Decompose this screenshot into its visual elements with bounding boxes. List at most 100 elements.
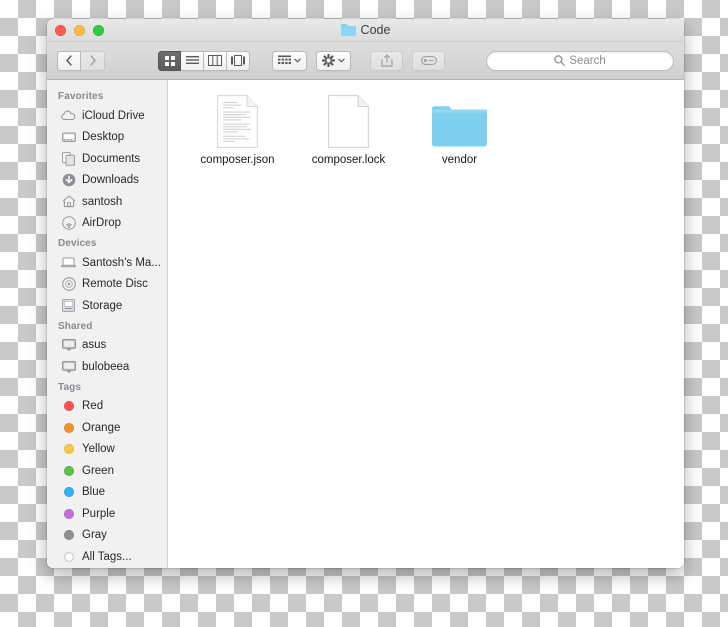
blank-document-icon [328, 94, 369, 148]
sidebar-item-label: santosh [82, 195, 123, 208]
sidebar-item-icloud-drive[interactable]: iCloud Drive [47, 105, 167, 127]
sidebar-item-label: asus [82, 339, 107, 352]
window-titlebar[interactable]: Code [47, 19, 684, 42]
sidebar: Favorites iCloud Drive Desktop Documents… [47, 80, 168, 568]
sidebar-item-santosh[interactable]: santosh [47, 191, 167, 213]
downloads-icon [61, 173, 76, 188]
coverflow-view-icon [231, 55, 245, 66]
sidebar-item-bulobeea[interactable]: bulobeea [47, 356, 167, 378]
home-icon [61, 194, 76, 209]
finder-window: Code Search Favorites iCloud Drive Deskt… [47, 19, 684, 568]
edit-tags-button[interactable] [412, 50, 445, 71]
sidebar-item-airdrop[interactable]: AirDrop [47, 213, 167, 235]
action-button[interactable] [316, 50, 351, 71]
sidebar-item-tag-red[interactable]: Red [47, 396, 167, 418]
icon-view-button[interactable] [158, 50, 181, 71]
sidebar-item-tag-blue[interactable]: Blue [47, 482, 167, 504]
sidebar-item-label: Green [82, 464, 114, 477]
sidebar-item-label: Gray [82, 529, 107, 542]
sidebar-item-asus[interactable]: asus [47, 335, 167, 357]
sidebar-section-tags: Tags [58, 381, 81, 393]
sidebar-item-tag-green[interactable]: Green [47, 460, 167, 482]
sidebar-item-label: Desktop [82, 131, 125, 144]
file-name: vendor [441, 154, 478, 166]
sidebar-item-label: iCloud Drive [82, 109, 145, 122]
sidebar-item-remote-disc[interactable]: Remote Disc [47, 274, 167, 296]
grid-view-icon [164, 55, 175, 66]
chevron-down-icon [338, 58, 345, 63]
list-view-icon [185, 56, 199, 64]
file-grid-area[interactable]: composer.json composer.lock vendor [168, 80, 684, 568]
window-body: Favorites iCloud Drive Desktop Documents… [47, 80, 684, 568]
sidebar-item-tag-gray[interactable]: Gray [47, 525, 167, 547]
file-item[interactable]: composer.json [182, 94, 293, 166]
share-button[interactable] [370, 50, 403, 71]
close-button[interactable] [55, 25, 66, 36]
sidebar-item-tag-yellow[interactable]: Yellow [47, 439, 167, 461]
folder-icon [340, 24, 356, 36]
laptop-icon [61, 255, 76, 270]
search-placeholder: Search [569, 54, 606, 67]
sidebar-item-label: Blue [82, 486, 106, 499]
window-title-text: Code [360, 23, 391, 37]
sidebar-item-label: Documents [82, 152, 141, 165]
tag-dot-icon [61, 420, 76, 435]
icloud-icon [61, 108, 76, 123]
tag-dot-icon [61, 463, 76, 478]
maximize-button[interactable] [93, 25, 104, 36]
coverflow-view-button[interactable] [227, 50, 250, 71]
sidebar-item-label: AirDrop [82, 217, 121, 230]
documents-icon [61, 151, 76, 166]
folder-icon [431, 94, 488, 148]
sidebar-item-label: Purple [82, 507, 116, 520]
column-view-button[interactable] [204, 50, 227, 71]
arrange-grid-icon [278, 55, 291, 64]
sidebar-item-all-tags[interactable]: All Tags... [47, 546, 167, 568]
file-name: composer.lock [311, 154, 386, 166]
sidebar-item-label: Orange [82, 421, 121, 434]
sidebar-item-label: Santosh's Ma... [82, 256, 161, 269]
view-mode-buttons [158, 50, 250, 71]
airdrop-icon [61, 216, 76, 231]
sidebar-item-desktop[interactable]: Desktop [47, 127, 167, 149]
drive-icon [61, 298, 76, 313]
disc-icon [61, 277, 76, 292]
tag-dot-icon [61, 442, 76, 457]
search-field[interactable]: Search [486, 50, 674, 71]
back-button[interactable] [57, 50, 81, 71]
arrange-button[interactable] [272, 50, 307, 71]
sidebar-item-label: Red [82, 400, 104, 413]
share-icon [380, 54, 393, 67]
navigation-buttons [57, 50, 105, 71]
monitor-icon [61, 359, 76, 374]
sidebar-item-documents[interactable]: Documents [47, 148, 167, 170]
chevron-left-icon [66, 55, 72, 66]
monitor-icon [61, 338, 76, 353]
sidebar-section-favorites: Favorites [58, 91, 104, 102]
chevron-down-icon [294, 58, 301, 63]
sidebar-item-label: bulobeea [82, 360, 130, 373]
traffic-lights [55, 25, 104, 36]
sidebar-section-shared: Shared [58, 320, 93, 332]
file-item[interactable]: vendor [404, 94, 515, 166]
list-view-button[interactable] [181, 50, 204, 71]
file-name: composer.json [200, 154, 275, 166]
tag-dot-icon [61, 528, 76, 543]
sidebar-item-downloads[interactable]: Downloads [47, 170, 167, 192]
sidebar-item-tag-orange[interactable]: Orange [47, 417, 167, 439]
sidebar-item-santoshs-mac[interactable]: Santosh's Ma... [47, 252, 167, 274]
window-title: Code [340, 23, 391, 37]
sidebar-item-tag-purple[interactable]: Purple [47, 503, 167, 525]
sidebar-item-storage[interactable]: Storage [47, 295, 167, 317]
sidebar-item-label: Yellow [82, 443, 115, 456]
sidebar-item-label: All Tags... [82, 550, 132, 563]
file-item[interactable]: composer.lock [293, 94, 404, 166]
tag-icon [420, 56, 437, 65]
tag-dot-icon [61, 399, 76, 414]
sidebar-section-devices: Devices [58, 238, 97, 249]
column-view-icon [208, 55, 222, 66]
text-document-icon [217, 94, 258, 148]
forward-button[interactable] [81, 50, 105, 71]
minimize-button[interactable] [74, 25, 85, 36]
sidebar-item-label: Storage [82, 299, 123, 312]
